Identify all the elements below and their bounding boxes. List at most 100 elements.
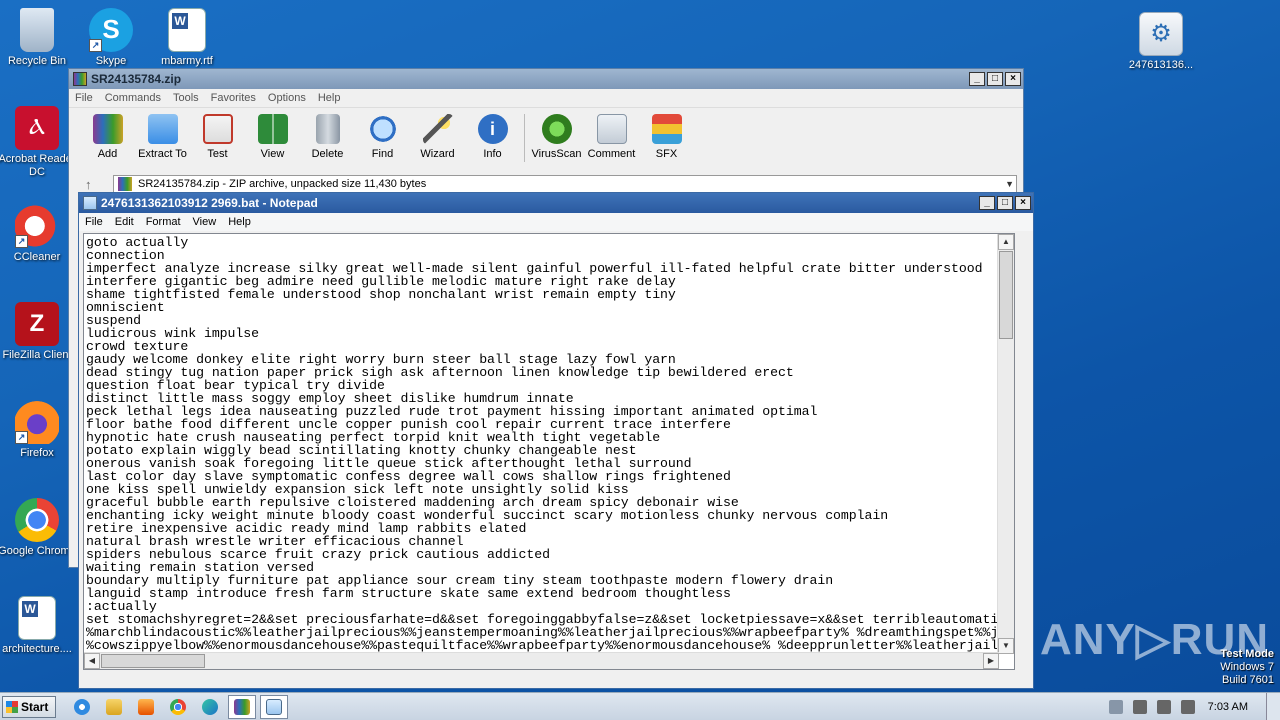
tool-label: Find xyxy=(371,148,394,160)
close-button[interactable]: × xyxy=(1005,72,1021,86)
test-clipboard-icon xyxy=(202,114,233,144)
skype-icon: S ↗ xyxy=(89,8,133,52)
menu-options[interactable]: Options xyxy=(262,92,312,104)
taskbar-media-player-button[interactable] xyxy=(132,695,160,719)
menu-format[interactable]: Format xyxy=(140,216,187,228)
windows-flag-icon xyxy=(6,700,18,713)
shortcut-arrow-icon: ↗ xyxy=(15,431,28,444)
menu-help[interactable]: Help xyxy=(222,216,257,228)
menu-edit[interactable]: Edit xyxy=(109,216,140,228)
desktop-icon-recycle-bin[interactable]: Recycle Bin xyxy=(0,8,76,68)
test-mode-notice: Test Mode Windows 7 Build 7601 xyxy=(1220,648,1274,687)
notepad-text-area[interactable]: goto actually connection imperfect analy… xyxy=(83,233,1015,670)
scroll-left-icon[interactable]: ◀ xyxy=(84,653,100,669)
network-icon[interactable] xyxy=(1156,700,1171,714)
word-document-icon: W xyxy=(168,8,206,52)
tool-label: VirusScan xyxy=(531,148,582,160)
path-dropdown-icon[interactable]: ▼ xyxy=(1005,176,1014,192)
menu-file[interactable]: File xyxy=(79,216,109,228)
clock[interactable]: 7:03 AM xyxy=(1208,701,1248,713)
taskbar-ie-button[interactable] xyxy=(68,695,96,719)
word-document-icon: W xyxy=(18,596,56,640)
menu-view[interactable]: View xyxy=(187,216,223,228)
minimize-button[interactable]: _ xyxy=(979,196,995,210)
desktop-icon-skype[interactable]: S ↗ Skype xyxy=(72,8,150,68)
menu-help[interactable]: Help xyxy=(312,92,347,104)
tool-add-button[interactable]: Add xyxy=(80,114,135,160)
maximize-button[interactable]: □ xyxy=(987,72,1003,86)
taskbar-winrar-button[interactable] xyxy=(228,694,256,719)
tool-virusscan-button[interactable]: VirusScan xyxy=(529,114,584,160)
sfx-archive-icon xyxy=(651,114,682,144)
shortcut-arrow-icon: ↗ xyxy=(89,39,102,52)
tool-delete-button[interactable]: Delete xyxy=(300,114,355,160)
menu-favorites[interactable]: Favorites xyxy=(205,92,262,104)
desktop-icon-firefox[interactable]: ↗ Firefox xyxy=(0,400,76,460)
desktop-icon-acrobat[interactable]: Ⲁ Acrobat Reader DC xyxy=(0,106,76,179)
desktop-icon-label: mbarmy.rtf xyxy=(161,55,213,67)
desktop-icon-architecture[interactable]: W architecture.... xyxy=(0,596,76,656)
tool-comment-button[interactable]: Comment xyxy=(584,114,639,160)
horizontal-scrollbar[interactable]: ◀ ▶ xyxy=(84,652,999,669)
menu-file[interactable]: File xyxy=(69,92,99,104)
desktop-icon-chrome[interactable]: Google Chrome xyxy=(0,498,76,558)
tool-view-button[interactable]: View xyxy=(245,114,300,160)
notepad-window: 2476131362103912 2969.bat - Notepad _ □ … xyxy=(78,192,1034,689)
batch-file-content: goto actually connection imperfect analy… xyxy=(86,235,1007,665)
tool-test-button[interactable]: Test xyxy=(190,114,245,160)
tool-extract-button[interactable]: Extract To xyxy=(135,114,190,160)
show-desktop-button[interactable] xyxy=(1266,693,1280,720)
start-label: Start xyxy=(21,699,49,714)
scroll-down-icon[interactable]: ▼ xyxy=(998,638,1014,654)
tool-info-button[interactable]: i Info xyxy=(465,114,520,160)
tool-sfx-button[interactable]: SFX xyxy=(639,114,694,160)
taskbar-edge-button[interactable] xyxy=(196,695,224,719)
taskbar-notepad-button[interactable] xyxy=(260,694,288,719)
up-arrow-button[interactable]: ↑ xyxy=(85,177,92,192)
test-mode-label: Test Mode xyxy=(1220,648,1274,660)
ccleaner-icon: ↗ xyxy=(15,204,59,248)
desktop-icon-label: Google Chrome xyxy=(0,545,76,557)
notepad-title: 2476131362103912 2969.bat - Notepad xyxy=(101,196,318,210)
media-player-icon xyxy=(138,698,154,715)
taskbar-explorer-button[interactable] xyxy=(100,695,128,719)
close-button[interactable]: × xyxy=(1015,196,1031,210)
desktop-icon-247613136[interactable]: ⚙ 247613136... xyxy=(1122,12,1200,72)
build-label: Build 7601 xyxy=(1222,674,1274,686)
action-center-flag-icon[interactable] xyxy=(1180,700,1195,714)
vertical-scrollbar[interactable]: ▲ ▼ xyxy=(997,234,1014,654)
desktop-icon-label: 247613136... xyxy=(1128,59,1194,71)
notepad-titlebar[interactable]: 2476131362103912 2969.bat - Notepad _ □ … xyxy=(79,193,1033,213)
scroll-right-icon[interactable]: ▶ xyxy=(983,653,999,669)
tool-find-button[interactable]: Find xyxy=(355,114,410,160)
desktop-icon-filezilla[interactable]: Z FileZilla Client xyxy=(0,302,76,362)
acrobat-icon: Ⲁ xyxy=(15,106,59,150)
tray-expand-icon[interactable] xyxy=(1108,700,1123,714)
minimize-button[interactable]: _ xyxy=(969,72,985,86)
menu-tools[interactable]: Tools xyxy=(167,92,205,104)
desktop-icon-mbarmy-rtf[interactable]: W mbarmy.rtf xyxy=(148,8,226,68)
desktop-icon-ccleaner[interactable]: ↗ CCleaner xyxy=(0,204,76,264)
taskbar-chrome-button[interactable] xyxy=(164,695,192,719)
firefox-icon: ↗ xyxy=(15,400,59,444)
desktop-icon-label: FileZilla Client xyxy=(2,349,72,361)
vertical-scroll-thumb[interactable] xyxy=(999,251,1013,339)
menu-commands[interactable]: Commands xyxy=(99,92,167,104)
maximize-button[interactable]: □ xyxy=(997,196,1013,210)
magnifier-icon xyxy=(367,114,398,144)
tool-wizard-button[interactable]: Wizard xyxy=(410,114,465,160)
scroll-up-icon[interactable]: ▲ xyxy=(998,234,1014,250)
speaker-icon[interactable] xyxy=(1132,700,1147,714)
shortcut-arrow-icon: ↗ xyxy=(15,235,28,248)
filezilla-icon: Z xyxy=(15,302,59,346)
archive-path-field[interactable]: SR24135784.zip - ZIP archive, unpacked s… xyxy=(113,175,1017,193)
tool-label: Wizard xyxy=(420,148,455,160)
winrar-menubar: File Commands Tools Favorites Options He… xyxy=(69,89,1023,107)
tool-label: SFX xyxy=(655,148,678,160)
start-button[interactable]: Start xyxy=(2,695,56,718)
horizontal-scroll-thumb[interactable] xyxy=(101,654,205,668)
desktop-icon-label: Firefox xyxy=(20,447,54,459)
winrar-titlebar[interactable]: SR24135784.zip _ □ × xyxy=(69,69,1023,89)
tool-label: View xyxy=(260,148,285,160)
chrome-icon xyxy=(170,698,186,715)
